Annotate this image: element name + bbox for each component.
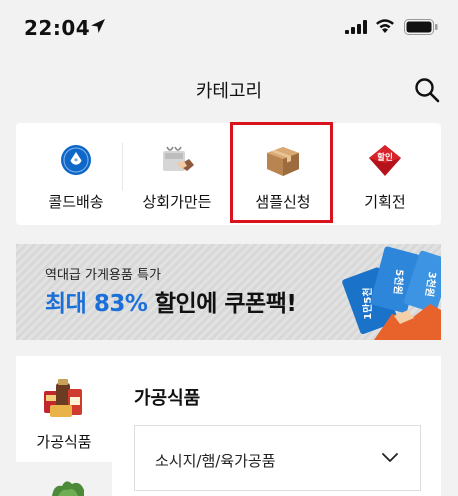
side-nav-item-label[interactable]: 가공식품 xyxy=(16,431,112,452)
processed-food-icon[interactable] xyxy=(40,375,88,419)
sale-tag-icon: 할인 xyxy=(369,145,401,176)
subcategory-label: 소시지/햄/육가공품 xyxy=(155,452,276,470)
category-label: 기획전 xyxy=(364,193,406,211)
cellular-signal-icon xyxy=(345,20,367,34)
category-shortcuts: * 콜드배송 상회가만든 샘플신청 할인 기획전 xyxy=(16,123,441,225)
section-title: 가공식품 xyxy=(134,388,201,409)
banner-headline-discount: 최대 83% xyxy=(45,291,148,317)
divider xyxy=(122,143,123,191)
category-label: 상회가만든 xyxy=(142,193,212,211)
sale-badge-text: 할인 xyxy=(377,152,393,163)
banner-headline: 최대 83% 할인에 쿠폰팩! xyxy=(45,284,297,318)
highlight-box xyxy=(230,122,333,223)
wifi-icon xyxy=(376,19,394,33)
location-arrow-icon xyxy=(91,19,105,33)
category-cold-delivery[interactable]: * 콜드배송 xyxy=(26,123,126,225)
svg-text:*: * xyxy=(74,157,78,166)
subcategory-row[interactable]: 소시지/햄/육가공품 xyxy=(134,425,421,491)
category-label: 콜드배송 xyxy=(48,193,104,211)
bag-hand-icon xyxy=(163,146,194,171)
search-icon[interactable] xyxy=(413,76,441,104)
banner-subtitle: 역대급 가게용품 특가 xyxy=(45,268,161,283)
vegetable-icon[interactable] xyxy=(50,478,86,496)
page-header: 카테고리 xyxy=(0,58,458,118)
banner-headline-rest: 할인에 쿠폰팩! xyxy=(147,291,297,317)
status-time: 22:04 xyxy=(24,16,91,40)
status-bar: 22:04 xyxy=(0,0,458,58)
snowflake-badge-icon: * xyxy=(61,145,91,175)
category-special-exhibition[interactable]: 할인 기획전 xyxy=(335,123,435,225)
chevron-down-icon xyxy=(382,453,398,462)
coupon-pack-illustration: 1만5천 5천원 3천원 xyxy=(342,246,441,340)
promo-banner[interactable]: 역대급 가게용품 특가 최대 83% 할인에 쿠폰팩! 1만5천 5천원 3천원 xyxy=(16,244,441,340)
page-title: 카테고리 xyxy=(195,81,263,102)
category-made-by-sanghoe[interactable]: 상회가만든 xyxy=(127,123,227,225)
battery-icon xyxy=(404,19,438,35)
